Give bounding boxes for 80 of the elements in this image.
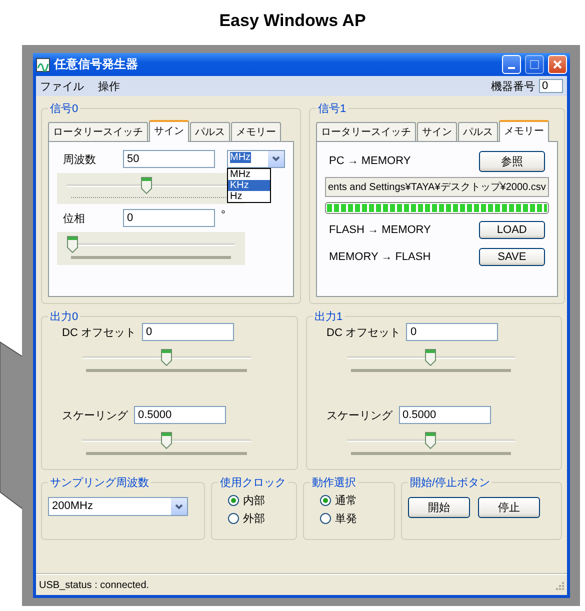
minimize-button[interactable] xyxy=(502,55,521,74)
frequency-field[interactable]: 50 xyxy=(123,150,215,168)
radio-button[interactable] xyxy=(320,513,331,524)
offset-field[interactable]: 0 xyxy=(406,323,498,341)
action-button[interactable]: 停止 xyxy=(478,497,540,518)
tab[interactable]: ロータリースイッチ xyxy=(316,122,416,141)
field-label: スケーリング xyxy=(61,408,128,422)
dropdown-option[interactable]: KHz xyxy=(228,180,270,191)
field-label: スケーリング xyxy=(326,408,392,422)
radio-label[interactable]: 単発 xyxy=(335,511,357,526)
tab[interactable]: メモリー xyxy=(231,122,281,141)
unit-label: ° xyxy=(221,209,226,221)
dropdown-button[interactable] xyxy=(268,151,284,167)
group-title: 信号0 xyxy=(48,101,80,116)
action-button[interactable]: LOAD xyxy=(478,221,545,239)
minimize-icon xyxy=(508,66,515,68)
field-label: 周波数 xyxy=(62,152,97,166)
field-label: DC オフセット xyxy=(326,326,400,340)
action-button[interactable]: 参照 xyxy=(478,150,545,172)
radio-label[interactable]: 外部 xyxy=(243,511,265,526)
phase-field[interactable]: 0 xyxy=(123,209,215,227)
radio-button[interactable] xyxy=(228,495,239,506)
slider-thumb[interactable] xyxy=(67,236,78,253)
menu-item[interactable]: 操作 xyxy=(98,78,120,94)
app-icon xyxy=(36,58,50,72)
slider[interactable] xyxy=(346,432,515,449)
maximize-button[interactable] xyxy=(525,55,544,74)
field-label: DC オフセット xyxy=(61,326,136,340)
sampling-dropdown[interactable]: 200MHz xyxy=(48,497,188,516)
field-label: 位相 xyxy=(62,212,86,226)
group-title: 出力0 xyxy=(48,309,80,324)
file-path-field[interactable]: ents and Settings¥TAYA¥デスクトップ¥2000.csv xyxy=(325,177,549,197)
transfer-label: PC → MEMORY xyxy=(329,155,411,167)
status-text: USB_status : connected. xyxy=(39,580,150,590)
group-title: サンプリング周波数 xyxy=(48,475,151,490)
close-icon xyxy=(553,60,562,69)
maximize-icon xyxy=(530,60,539,69)
slider-thumb[interactable] xyxy=(160,349,172,366)
tab[interactable]: ロータリースイッチ xyxy=(48,122,148,141)
tab[interactable]: パルス xyxy=(458,122,498,141)
slider[interactable] xyxy=(82,432,250,449)
radio-button[interactable] xyxy=(320,495,331,506)
transfer-label: MEMORY → FLASH xyxy=(329,251,431,263)
slider[interactable] xyxy=(346,349,515,366)
slider-thumb[interactable] xyxy=(425,349,436,366)
offset-field[interactable]: 0 xyxy=(142,323,234,341)
tab[interactable]: サイン xyxy=(417,122,457,141)
radio-label[interactable]: 内部 xyxy=(243,493,265,508)
action-button[interactable]: 開始 xyxy=(408,497,470,518)
action-button[interactable]: SAVE xyxy=(478,248,545,266)
tab[interactable]: メモリー xyxy=(499,120,549,142)
close-button[interactable] xyxy=(548,55,567,74)
tab[interactable]: サイン xyxy=(149,120,189,142)
transfer-label: FLASH → MEMORY xyxy=(329,224,431,236)
group-title: 信号1 xyxy=(316,101,348,116)
slide-heading: Easy Windows AP xyxy=(218,10,367,32)
slider[interactable] xyxy=(67,236,235,253)
scaling-field[interactable]: 0.5000 xyxy=(398,406,490,424)
radio-button[interactable] xyxy=(228,513,239,524)
slider[interactable] xyxy=(82,349,250,366)
radio-label[interactable]: 通常 xyxy=(335,493,357,508)
slider-thumb[interactable] xyxy=(425,432,436,449)
device-number-label: 機器番号 xyxy=(491,80,535,94)
group-title: 動作選択 xyxy=(310,475,358,490)
resize-grip-icon xyxy=(554,580,564,590)
dropdown-option[interactable]: MHz xyxy=(228,169,270,180)
chevron-down-icon xyxy=(175,504,183,510)
window-title: 任意信号発生器 xyxy=(54,56,139,73)
chevron-down-icon xyxy=(272,156,280,162)
tab[interactable]: パルス xyxy=(190,122,230,141)
menu-item[interactable]: ファイル xyxy=(40,78,84,94)
dropdown-button[interactable] xyxy=(171,498,187,515)
group-title: 使用クロック xyxy=(218,475,288,490)
scaling-field[interactable]: 0.5000 xyxy=(134,406,226,424)
slider-thumb[interactable] xyxy=(160,432,172,449)
dropdown-option[interactable]: Hz xyxy=(228,191,270,202)
group-title: 出力1 xyxy=(312,309,345,324)
group-title: 開始/停止ボタン xyxy=(408,475,492,490)
slider-thumb[interactable] xyxy=(140,177,152,194)
device-number-field[interactable]: 0 xyxy=(539,79,563,93)
